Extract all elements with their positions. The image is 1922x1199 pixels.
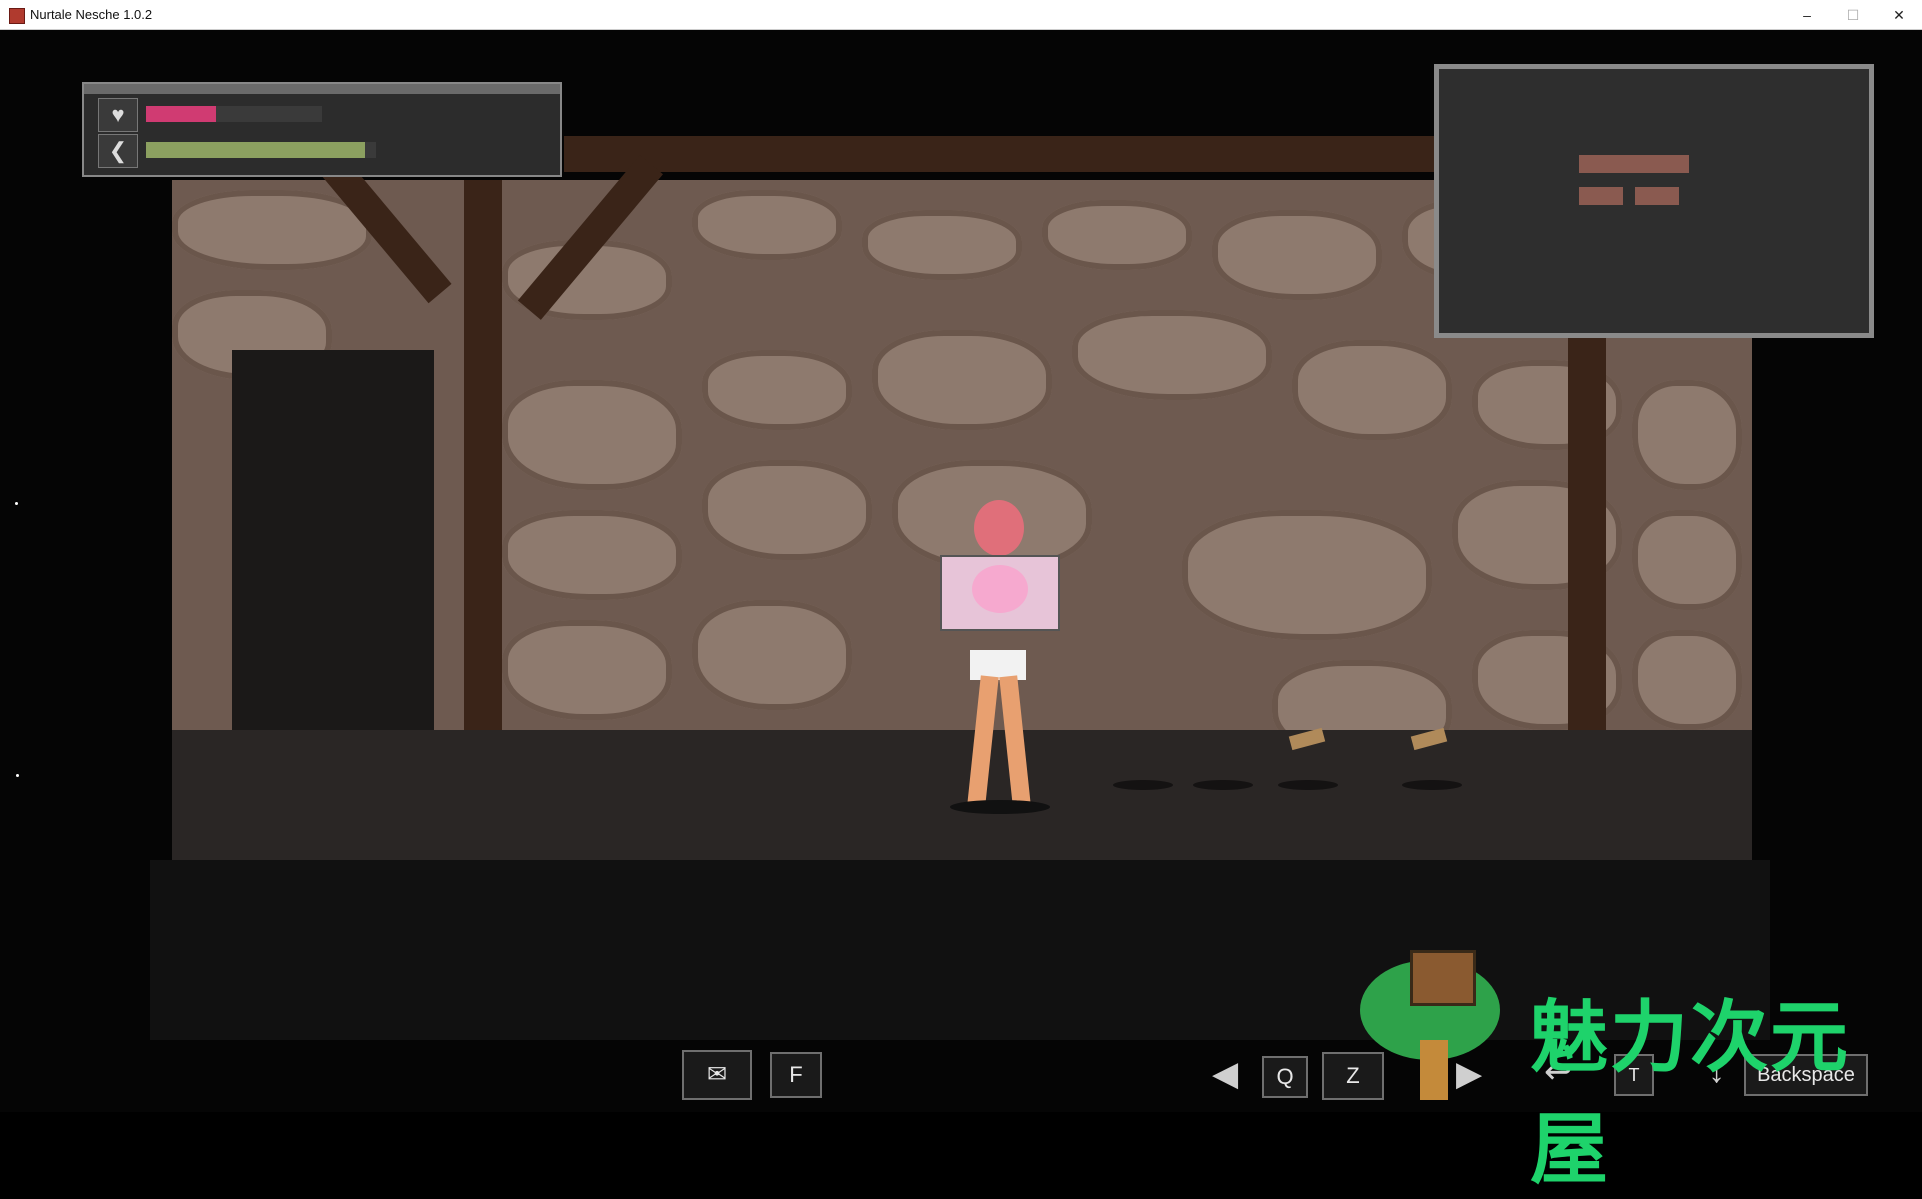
heart-icon: ♥	[98, 98, 138, 132]
stone	[502, 620, 672, 720]
player-garment	[970, 650, 1026, 680]
stone	[1182, 510, 1432, 640]
health-bar-fill	[146, 106, 217, 122]
minimap-room	[1579, 155, 1689, 173]
star	[16, 774, 19, 777]
app-icon	[9, 8, 25, 24]
stone	[702, 460, 872, 560]
dark-pit	[150, 860, 1770, 1040]
stamina-bar-fill	[146, 142, 365, 158]
window-titlebar: Nurtale Nesche 1.0.2 – ☐ ✕	[0, 0, 1922, 30]
tree-trunk	[1420, 1040, 1448, 1100]
support-post	[1568, 330, 1606, 780]
stone	[1632, 630, 1742, 730]
wing-icon: ❮	[98, 134, 138, 168]
stone	[702, 350, 852, 430]
stone	[1042, 200, 1192, 270]
shadow	[1402, 780, 1462, 790]
minimize-button[interactable]: –	[1784, 0, 1830, 30]
censor-sticker-image	[940, 555, 1060, 631]
status-hud: ♥ ❮	[82, 82, 562, 177]
player-leg	[967, 675, 999, 807]
game-viewport[interactable]: ♥ ❮ ✉ F ◀ Q Z ▶ ↩ T ↓ Backspace	[0, 30, 1922, 1112]
window-title: Nurtale Nesche 1.0.2	[30, 7, 153, 22]
hud-border	[84, 84, 560, 94]
stone	[172, 190, 372, 270]
player-character	[940, 500, 1060, 820]
stone	[692, 190, 842, 260]
shadow	[1113, 780, 1173, 790]
support-post	[464, 180, 502, 780]
stone	[1212, 210, 1382, 300]
minimap-room	[1635, 187, 1679, 205]
stone	[872, 330, 1052, 430]
minimap	[1434, 64, 1874, 338]
stone	[1072, 310, 1272, 400]
minimap-room	[1579, 187, 1623, 205]
q-key-hint[interactable]: Q	[1262, 1056, 1308, 1098]
health-bar-track	[146, 106, 322, 122]
player-head	[974, 500, 1024, 556]
sticker-face	[972, 565, 1028, 613]
maximize-button[interactable]: ☐	[1830, 0, 1876, 30]
shadow	[1193, 780, 1253, 790]
player-shadow	[950, 800, 1050, 814]
stone	[862, 210, 1022, 280]
player-leg	[999, 675, 1031, 807]
stone	[1292, 340, 1452, 440]
stone	[502, 380, 682, 490]
close-button[interactable]: ✕	[1876, 0, 1922, 30]
star	[15, 502, 18, 505]
stone	[1632, 380, 1742, 490]
shadow	[1278, 780, 1338, 790]
treehouse	[1410, 950, 1476, 1006]
stamina-bar-track	[146, 142, 376, 158]
stone	[502, 510, 682, 600]
treehouse-logo-icon	[1350, 930, 1510, 1100]
left-arrow-icon: ◀	[1212, 1055, 1239, 1093]
doorway	[232, 350, 434, 740]
interact-key-hint[interactable]: F	[770, 1052, 822, 1098]
stone	[1632, 510, 1742, 610]
ceiling-beam	[564, 136, 1434, 172]
stone	[692, 600, 852, 710]
watermark-text: 魅力次元屋	[1530, 993, 1851, 1195]
map-key-hint[interactable]: ✉	[682, 1050, 752, 1100]
